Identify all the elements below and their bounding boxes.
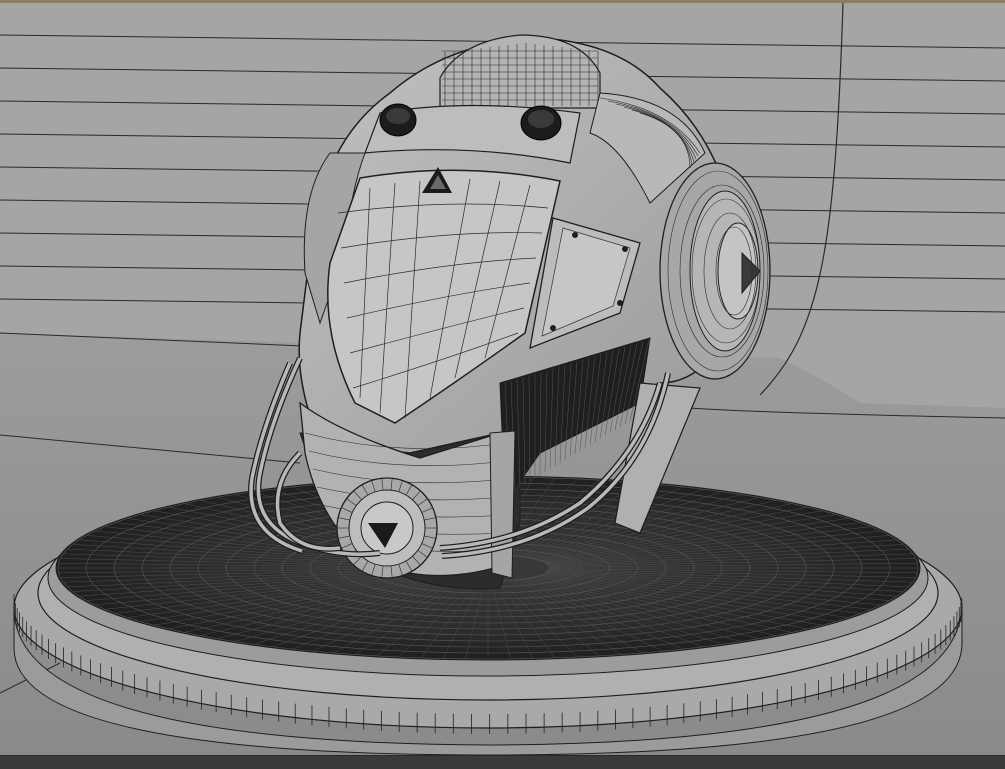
viewport-window [0,0,1005,769]
perspective-viewport[interactable] [0,3,1005,755]
viewport-status-strip [0,755,1005,769]
viewport-scene[interactable] [0,3,1005,755]
